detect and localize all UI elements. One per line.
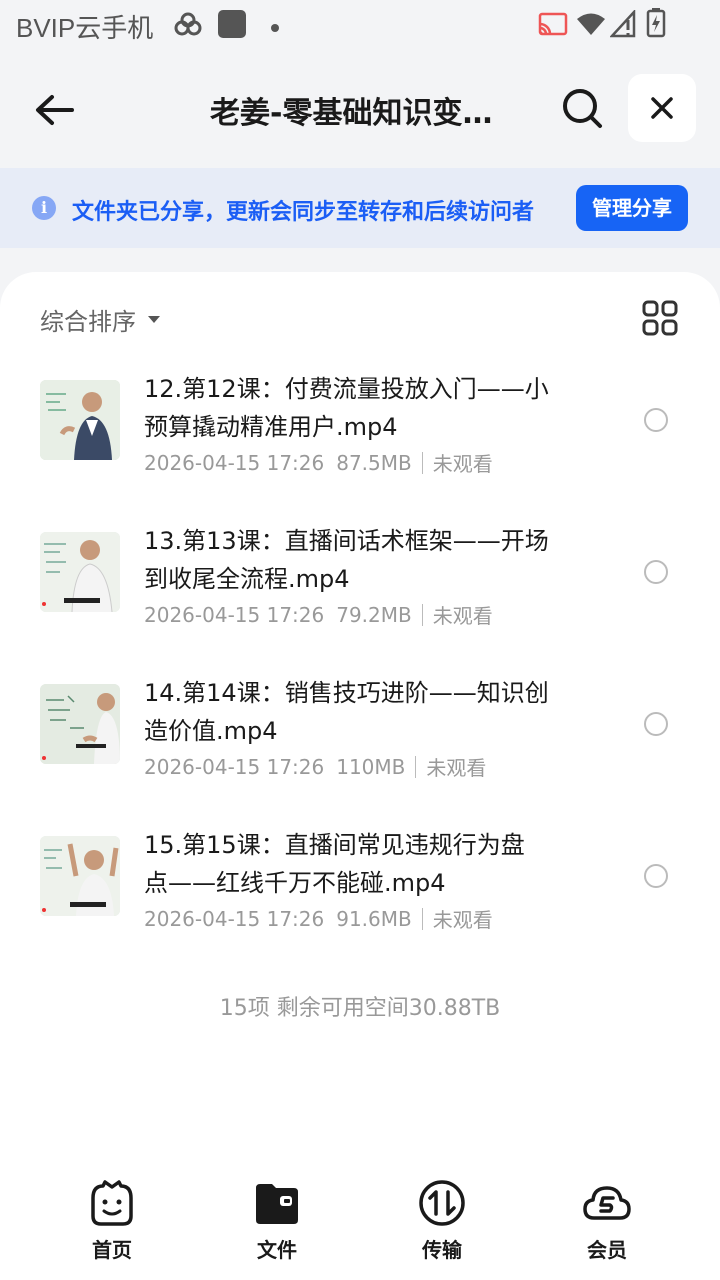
file-date: 2026-04-15 17:26 xyxy=(144,906,325,931)
smiley-icon xyxy=(87,1178,137,1228)
share-banner-text: 文件夹已分享，更新会同步至转存和后续访问者 xyxy=(72,200,535,225)
file-list-card: 综合排序 12.第12课：付费流量投放入门——小 预算撬动精准用户.mp4 20… xyxy=(0,272,720,1280)
video-thumbnail xyxy=(40,380,120,460)
carrier-label: BVIP云手机 xyxy=(16,13,154,43)
cast-icon xyxy=(538,12,568,40)
divider xyxy=(421,451,423,474)
sort-dropdown[interactable]: 综合排序 xyxy=(40,302,160,337)
file-name: 12.第12课：付费流量投放入门——小 预算撬动精准用户.mp4 xyxy=(144,370,574,446)
select-radio[interactable] xyxy=(644,560,668,584)
info-icon: i xyxy=(32,196,56,220)
search-button[interactable] xyxy=(556,82,608,134)
file-name-line: 14.第14课：销售技巧进阶——知识创 xyxy=(144,679,549,707)
page-title: 老姜-零基础知识变… xyxy=(210,96,493,131)
close-icon xyxy=(651,97,673,119)
file-name-line: 13.第13课：直播间话术框架——开场 xyxy=(144,527,549,555)
watch-status: 未观看 xyxy=(426,756,487,780)
file-size: 79.2MB xyxy=(336,602,412,627)
file-name-line: 造价值.mp4 xyxy=(144,717,278,745)
divider xyxy=(421,907,423,930)
battery-icon xyxy=(646,8,666,42)
video-thumbnail xyxy=(40,836,120,916)
app-square-icon xyxy=(218,10,246,42)
file-meta: 2026-04-15 17:26 87.5MB 未观看 xyxy=(144,448,493,477)
file-meta: 2026-04-15 17:26 79.2MB 未观看 xyxy=(144,600,493,629)
signal-icon xyxy=(609,8,636,42)
file-name-line: 点——红线千万不能碰.mp4 xyxy=(144,869,446,897)
file-size: 87.5MB xyxy=(336,450,412,475)
file-name-line: 15.第15课：直播间常见违规行为盘 xyxy=(144,831,525,859)
nav-home-label: 首页 xyxy=(92,1238,132,1262)
grid-icon xyxy=(642,300,678,336)
grid-view-button[interactable] xyxy=(642,300,678,336)
nav-files[interactable]: 文件 xyxy=(227,1178,327,1268)
caret-down-icon xyxy=(148,316,160,323)
file-row[interactable]: 15.第15课：直播间常见违规行为盘 点——红线千万不能碰.mp4 2026-0… xyxy=(0,826,720,956)
file-row[interactable]: 13.第13课：直播间话术框架——开场 到收尾全流程.mp4 2026-04-1… xyxy=(0,522,720,652)
file-name: 15.第15课：直播间常见违规行为盘 点——红线千万不能碰.mp4 xyxy=(144,826,574,902)
bottom-nav: 首页 文件 传输 会员 xyxy=(0,1170,720,1280)
folder-icon xyxy=(252,1178,302,1228)
select-radio[interactable] xyxy=(644,408,668,432)
header: 老姜-零基础知识变… xyxy=(0,70,720,150)
sort-label: 综合排序 xyxy=(40,308,136,336)
divider xyxy=(415,755,417,778)
back-arrow-icon xyxy=(36,95,74,125)
file-date: 2026-04-15 17:26 xyxy=(144,754,325,779)
status-bar: BVIP云手机 xyxy=(0,0,720,50)
video-thumbnail xyxy=(40,684,120,764)
file-row[interactable]: 12.第12课：付费流量投放入门——小 预算撬动精准用户.mp4 2026-04… xyxy=(0,370,720,500)
cloud-vip-icon xyxy=(582,1178,632,1228)
file-name-line: 预算撬动精准用户.mp4 xyxy=(144,413,398,441)
video-thumbnail xyxy=(40,532,120,612)
watch-status: 未观看 xyxy=(432,604,493,628)
storage-summary: 15项 剩余可用空间30.88TB xyxy=(219,996,501,1021)
manage-share-button[interactable]: 管理分享 xyxy=(576,185,688,231)
share-banner: i 文件夹已分享，更新会同步至转存和后续访问者 管理分享 xyxy=(0,168,720,248)
divider xyxy=(421,603,423,626)
file-date: 2026-04-15 17:26 xyxy=(144,602,325,627)
file-date: 2026-04-15 17:26 xyxy=(144,450,325,475)
file-name: 13.第13课：直播间话术框架——开场 到收尾全流程.mp4 xyxy=(144,522,574,598)
nav-transfer-label: 传输 xyxy=(422,1238,462,1262)
link-icon xyxy=(172,12,204,42)
nav-home[interactable]: 首页 xyxy=(62,1178,162,1268)
select-radio[interactable] xyxy=(644,712,668,736)
file-size: 110MB xyxy=(336,754,406,779)
back-button[interactable] xyxy=(28,84,80,136)
nav-files-label: 文件 xyxy=(257,1238,297,1262)
file-row[interactable]: 14.第14课：销售技巧进阶——知识创 造价值.mp4 2026-04-15 1… xyxy=(0,674,720,804)
nav-transfer[interactable]: 传输 xyxy=(392,1178,492,1268)
transfer-icon xyxy=(417,1178,467,1228)
dot-icon xyxy=(270,18,280,37)
file-size: 91.6MB xyxy=(336,906,412,931)
select-radio[interactable] xyxy=(644,864,668,888)
file-name-line: 到收尾全流程.mp4 xyxy=(144,565,350,593)
file-meta: 2026-04-15 17:26 110MB 未观看 xyxy=(144,752,486,781)
file-meta: 2026-04-15 17:26 91.6MB 未观看 xyxy=(144,904,493,933)
wifi-icon xyxy=(576,12,606,40)
watch-status: 未观看 xyxy=(432,452,493,476)
close-button[interactable] xyxy=(628,74,696,142)
nav-vip-label: 会员 xyxy=(587,1238,627,1262)
watch-status: 未观看 xyxy=(432,908,493,932)
file-name: 14.第14课：销售技巧进阶——知识创 造价值.mp4 xyxy=(144,674,574,750)
nav-vip[interactable]: 会员 xyxy=(557,1178,657,1268)
file-name-line: 12.第12课：付费流量投放入门——小 xyxy=(144,375,549,403)
search-icon xyxy=(563,89,602,128)
